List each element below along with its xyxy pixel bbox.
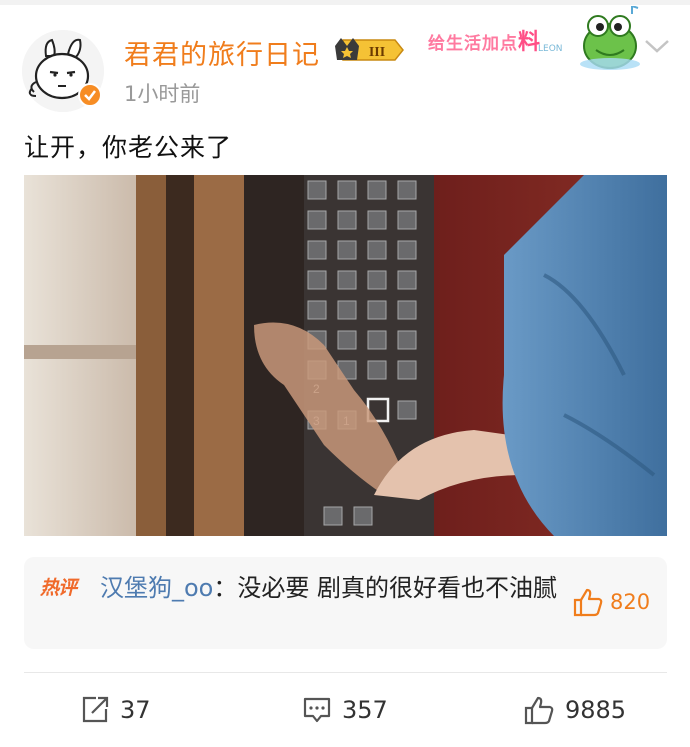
brand-slogan-text: 给生活加点 (428, 34, 518, 54)
hot-comment-like-button[interactable]: 820 (572, 587, 650, 617)
hot-comment-text: 没必要 剧真的很好看也不油腻 (237, 574, 558, 602)
post-time: 1小时前 (124, 82, 201, 106)
frog-mascot-icon (580, 6, 640, 70)
brand-sticker: 给生活加点料 LEON (428, 6, 642, 70)
post-gif-image[interactable]: 2 3 1 (24, 175, 667, 536)
brand-slogan: 给生活加点料 (428, 24, 541, 56)
hot-comment-user[interactable]: 汉堡狗_oo (100, 574, 213, 602)
level-text: III (369, 45, 385, 60)
action-bar: 37 357 9885 (0, 690, 690, 730)
author-name[interactable]: 君君的旅行日记 (124, 33, 320, 72)
repost-button[interactable]: 37 (80, 690, 151, 730)
hot-comment-body: 汉堡狗_oo：没必要 剧真的很好看也不油腻 (100, 569, 570, 607)
elevator-scene-image: 2 3 1 (24, 175, 667, 536)
hot-comment-separator: ： (213, 574, 238, 602)
like-count: 9885 (565, 696, 627, 724)
thumbs-up-icon (573, 588, 603, 617)
member-level-badge-icon[interactable]: III (333, 36, 405, 64)
hot-comment[interactable]: 热评 汉堡狗_oo：没必要 剧真的很好看也不油腻 820 (24, 557, 667, 649)
post-text: 让开，你老公来了 (24, 133, 233, 162)
comment-count: 357 (342, 696, 388, 724)
chevron-down-icon[interactable] (642, 36, 672, 56)
verified-badge-icon (78, 83, 102, 107)
repost-count: 37 (120, 696, 151, 724)
comment-button[interactable]: 357 (302, 690, 388, 730)
hot-comment-likes: 820 (610, 590, 651, 614)
thumbs-up-icon (524, 696, 554, 725)
comment-icon (303, 697, 331, 723)
share-icon (82, 696, 109, 723)
top-divider (0, 0, 690, 5)
like-button[interactable]: 9885 (523, 690, 626, 730)
hot-comment-tag: 热评 (40, 577, 77, 599)
brand-sub: LEON (538, 44, 563, 54)
footer-divider (24, 672, 667, 673)
